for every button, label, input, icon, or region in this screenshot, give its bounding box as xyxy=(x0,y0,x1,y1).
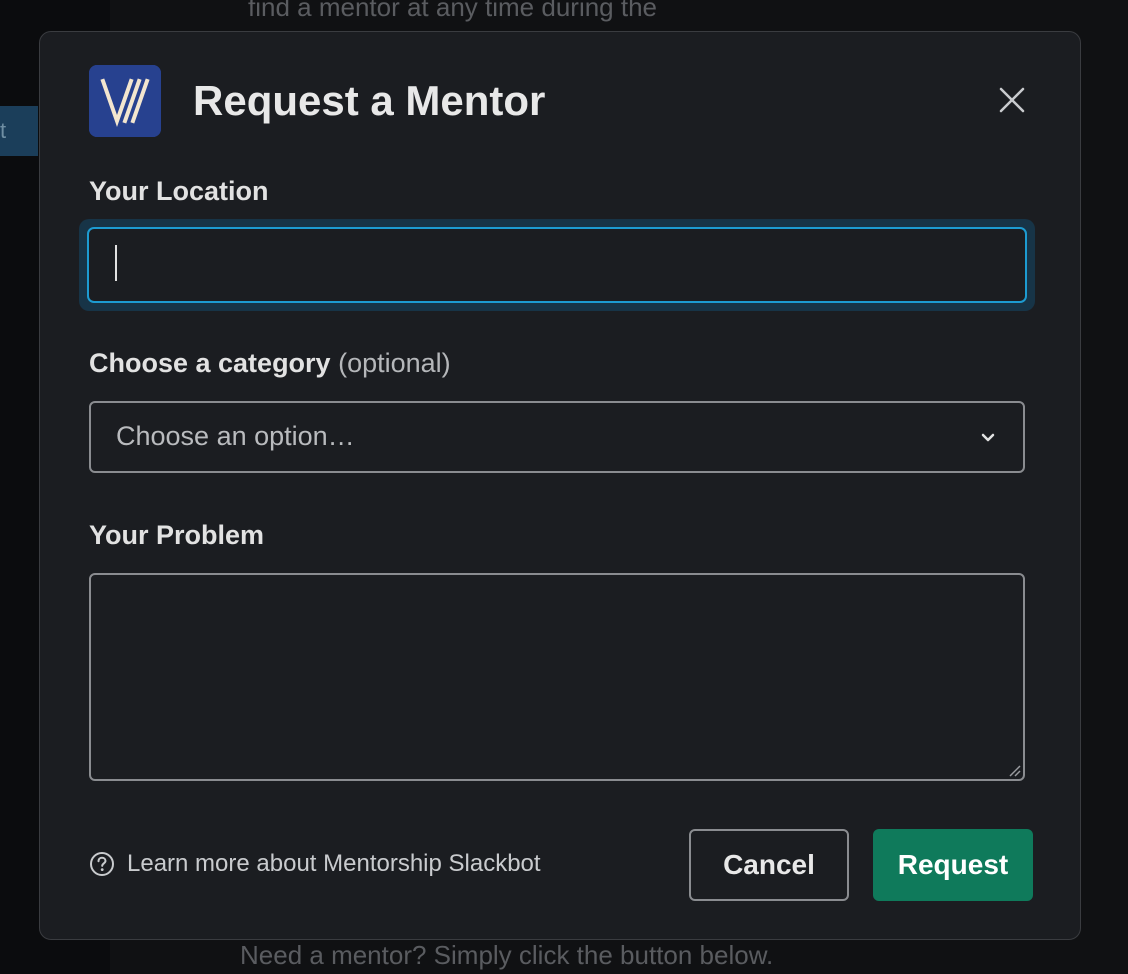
resize-grip-icon[interactable] xyxy=(1007,763,1021,777)
learn-more-link[interactable]: Learn more about Mentorship Slackbot xyxy=(89,850,541,878)
request-mentor-modal: Request a Mentor Your Location Choose a … xyxy=(39,31,1081,940)
background-sidebar-active-item: t xyxy=(0,106,38,156)
background-message-text: find a mentor at any time during the xyxy=(248,0,658,22)
cancel-button[interactable]: Cancel xyxy=(689,829,849,901)
category-label: Choose a category (optional) xyxy=(89,348,451,379)
close-button[interactable] xyxy=(992,80,1032,120)
category-select[interactable]: Choose an option… xyxy=(89,401,1025,473)
modal-title: Request a Mentor xyxy=(193,77,546,124)
learn-more-text: Learn more about Mentorship Slackbot xyxy=(127,850,541,877)
request-button[interactable]: Request xyxy=(873,829,1033,901)
problem-label: Your Problem xyxy=(89,520,265,550)
question-circle-icon xyxy=(90,852,114,876)
close-icon xyxy=(999,87,1025,113)
background-message-text-bottom: Need a mentor? Simply click the button b… xyxy=(240,940,774,970)
category-label-text: Choose a category xyxy=(89,348,331,378)
location-input[interactable] xyxy=(87,227,1027,303)
chevron-down-icon xyxy=(981,433,995,442)
location-label: Your Location xyxy=(89,176,269,206)
category-select-placeholder: Choose an option… xyxy=(116,421,355,451)
problem-textarea[interactable] xyxy=(89,573,1025,781)
mentorship-logo-icon xyxy=(89,65,161,137)
text-caret xyxy=(115,245,117,281)
optional-hint: (optional) xyxy=(338,348,451,378)
